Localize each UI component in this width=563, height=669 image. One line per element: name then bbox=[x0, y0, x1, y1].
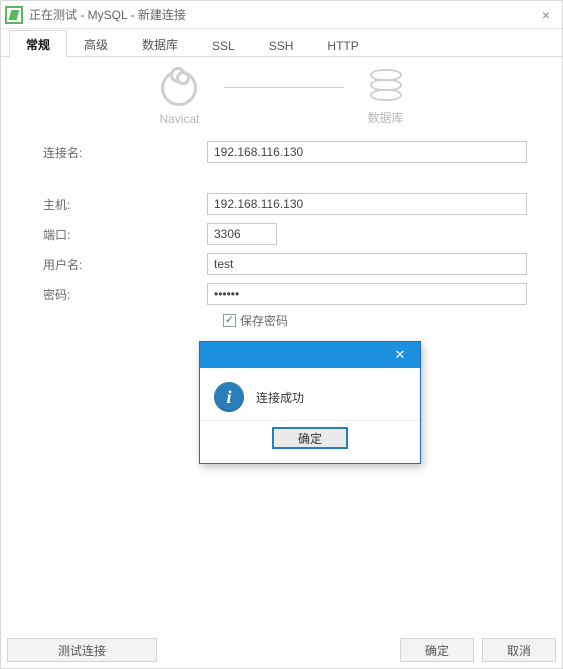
save-password-checkbox[interactable]: ✓ 保存密码 bbox=[223, 312, 288, 329]
tab-http[interactable]: HTTP bbox=[310, 33, 375, 57]
tab-bar: 常规 高级 数据库 SSL SSH HTTP bbox=[1, 29, 562, 57]
dialog-footer: 测试连接 确定 取消 bbox=[7, 638, 556, 662]
result-dialog: ✕ i 连接成功 确定 bbox=[199, 341, 421, 464]
result-dialog-close-button[interactable]: ✕ bbox=[382, 344, 418, 366]
cancel-button[interactable]: 取消 bbox=[482, 638, 556, 662]
hero-connector-line bbox=[224, 87, 344, 88]
label-host: 主机: bbox=[17, 196, 207, 213]
tab-ssl[interactable]: SSL bbox=[195, 33, 252, 57]
tab-ssh[interactable]: SSH bbox=[252, 33, 311, 57]
navicat-icon bbox=[161, 70, 197, 106]
username-input[interactable] bbox=[207, 253, 527, 275]
checkbox-icon: ✓ bbox=[223, 314, 236, 327]
label-port: 端口: bbox=[17, 226, 207, 243]
label-username: 用户名: bbox=[17, 256, 207, 273]
label-password: 密码: bbox=[17, 286, 207, 303]
connection-form: 连接名: 主机: 端口: 用户名: 密码: ✓ 保存密码 bbox=[1, 132, 562, 329]
hero-navicat-label: Navicat bbox=[159, 112, 199, 126]
label-connection-name: 连接名: bbox=[17, 144, 207, 161]
result-dialog-ok-button[interactable]: 确定 bbox=[272, 427, 348, 449]
ok-button[interactable]: 确定 bbox=[400, 638, 474, 662]
result-dialog-message: 连接成功 bbox=[256, 389, 304, 406]
tab-advanced[interactable]: 高级 bbox=[67, 30, 125, 57]
port-input[interactable] bbox=[207, 223, 277, 245]
host-input[interactable] bbox=[207, 193, 527, 215]
app-icon bbox=[5, 6, 23, 24]
result-dialog-titlebar: ✕ bbox=[200, 342, 420, 368]
connection-name-input[interactable] bbox=[207, 141, 527, 163]
tab-database[interactable]: 数据库 bbox=[125, 30, 195, 57]
info-icon: i bbox=[214, 382, 244, 412]
save-password-label: 保存密码 bbox=[240, 312, 288, 329]
hero-db-label: 数据库 bbox=[368, 109, 404, 126]
window-title: 正在测试 - MySQL - 新建连接 bbox=[29, 6, 186, 23]
window-close-button[interactable]: × bbox=[536, 7, 556, 23]
titlebar: 正在测试 - MySQL - 新建连接 × bbox=[1, 1, 562, 29]
test-connection-button[interactable]: 测试连接 bbox=[7, 638, 157, 662]
database-icon bbox=[370, 69, 402, 103]
connection-hero: Navicat 数据库 bbox=[1, 57, 562, 132]
password-input[interactable] bbox=[207, 283, 527, 305]
tab-general[interactable]: 常规 bbox=[9, 30, 67, 57]
